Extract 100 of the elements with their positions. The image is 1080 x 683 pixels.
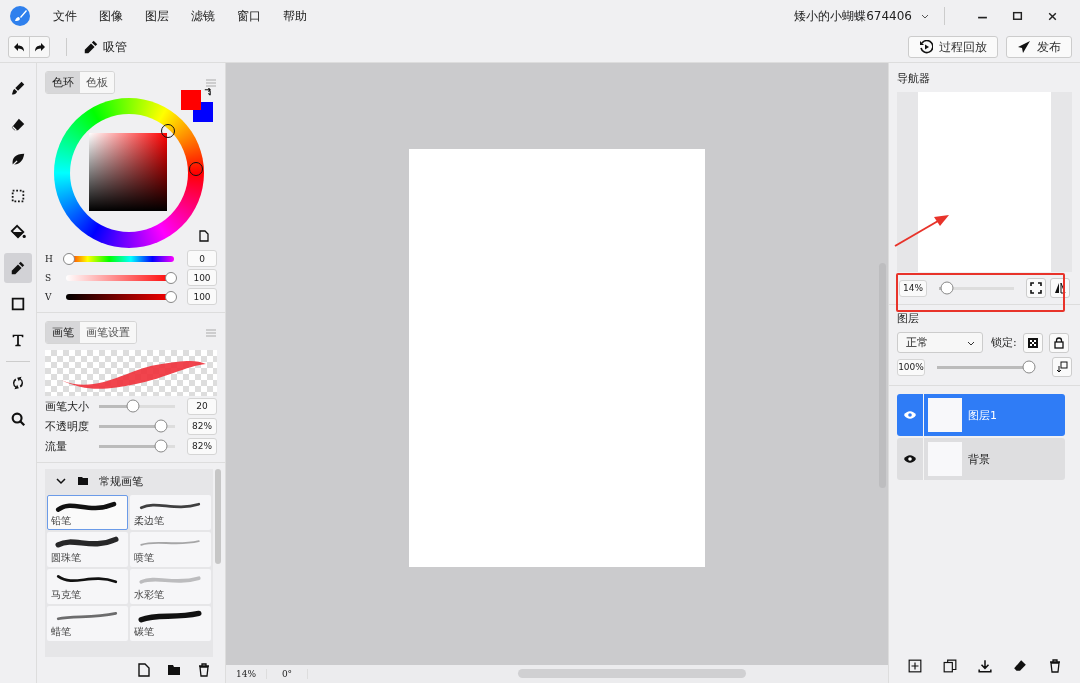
layer-thumbnail	[928, 398, 962, 432]
swap-icon[interactable]	[203, 88, 212, 97]
zoom-level: 14%	[226, 669, 267, 679]
flip-icon	[1054, 282, 1066, 294]
scrollbar-thumb[interactable]	[215, 469, 221, 564]
clip-icon	[1056, 361, 1068, 373]
paint-bucket-icon	[10, 224, 26, 240]
slider-thumb[interactable]	[154, 439, 168, 453]
menu-item[interactable]: 文件	[53, 7, 77, 25]
trash-icon[interactable]	[1047, 659, 1062, 673]
rotation-angle: 0°	[267, 669, 308, 679]
brush-item[interactable]: 圆珠笔	[47, 532, 128, 567]
brush-item[interactable]: 蜡笔	[47, 606, 128, 641]
slider-thumb[interactable]	[165, 290, 177, 303]
value-field[interactable]: 100	[187, 269, 217, 286]
text-tool-icon	[10, 332, 26, 348]
slider-label: V	[45, 291, 53, 302]
folder-icon[interactable]	[167, 663, 181, 677]
slider-label: H	[45, 253, 53, 264]
zoom-field[interactable]: 14%	[899, 279, 927, 297]
trash-icon[interactable]	[197, 663, 211, 677]
layer-item[interactable]: 图层1	[897, 394, 1065, 436]
zoom-slider[interactable]	[939, 282, 1014, 294]
menu-item[interactable]: 图层	[145, 7, 169, 25]
tool-button[interactable]	[4, 253, 32, 283]
blend-mode-dropdown[interactable]: 正常	[897, 332, 983, 353]
document-icon[interactable]	[199, 230, 209, 242]
eyedropper-icon	[10, 260, 26, 276]
slider-label: S	[45, 272, 53, 283]
slider-thumb[interactable]	[126, 399, 140, 413]
group-name: 常规画笔	[99, 473, 143, 489]
redo-icon	[33, 41, 46, 53]
menu-item[interactable]: 滤镜	[191, 7, 215, 25]
rotate-icon	[10, 375, 26, 391]
flip-button[interactable]	[1050, 278, 1070, 298]
brush-item[interactable]: 马克笔	[47, 569, 128, 604]
menu-item[interactable]: 帮助	[283, 7, 307, 25]
slider-thumb[interactable]	[940, 281, 953, 295]
layer-item[interactable]: 背景	[897, 438, 1065, 480]
slider-thumb[interactable]	[1022, 360, 1036, 374]
eye-icon[interactable]	[903, 452, 917, 466]
panel-title: 图层	[897, 311, 920, 326]
slider-track[interactable]	[99, 440, 175, 452]
value-field[interactable]: 0	[187, 250, 217, 267]
panel-tab[interactable]: 画笔	[46, 322, 80, 343]
slider-label: 画笔大小	[45, 398, 87, 414]
checker-icon	[1026, 336, 1039, 349]
selection-icon	[10, 188, 26, 204]
copy-icon[interactable]	[942, 659, 957, 673]
rectangle-icon	[10, 296, 26, 312]
slider-label: 不透明度	[45, 418, 87, 434]
brush-item[interactable]: 柔边笔	[130, 495, 211, 530]
value-field[interactable]: 82%	[187, 437, 217, 455]
slider-thumb[interactable]	[165, 271, 177, 284]
scrollbar-thumb[interactable]	[518, 669, 746, 678]
undo-icon	[13, 41, 25, 53]
menu-item[interactable]: 图像	[99, 7, 123, 25]
current-tool-label: 吸管	[103, 38, 127, 56]
brush-item[interactable]: 铅笔	[47, 495, 128, 530]
app-logo	[10, 6, 30, 26]
opacity-field[interactable]: 100%	[897, 358, 925, 376]
user-name[interactable]: 矮小的小蝴蝶674406	[794, 7, 912, 25]
lock-button[interactable]	[1048, 332, 1069, 353]
lock-transparency-button[interactable]	[1022, 332, 1043, 353]
panel-tab[interactable]: 色板	[80, 72, 114, 93]
maximize-icon[interactable]	[1012, 10, 1023, 22]
replay-icon	[919, 40, 933, 54]
folder-icon	[77, 475, 89, 487]
replay-button[interactable]: 过程回放	[908, 36, 998, 58]
panel-tab[interactable]: 画笔设置	[80, 322, 136, 343]
brush-item[interactable]: 喷笔	[130, 532, 211, 567]
brush-group-header[interactable]: 常规画笔	[45, 469, 213, 493]
value-field[interactable]: 100	[187, 288, 217, 305]
brush-item[interactable]: 水彩笔	[130, 569, 211, 604]
value-field[interactable]: 82%	[187, 417, 217, 435]
slider-thumb[interactable]	[154, 419, 168, 433]
fit-screen-button[interactable]	[1026, 278, 1046, 298]
brush-item[interactable]: 碳笔	[130, 606, 211, 641]
add-icon[interactable]	[907, 659, 922, 673]
slider-track[interactable]	[99, 420, 175, 432]
panel-tab[interactable]: 色环	[46, 72, 80, 93]
clip-mask-button[interactable]	[1052, 357, 1072, 377]
eraser-icon	[10, 116, 26, 132]
close-icon[interactable]	[1047, 10, 1058, 22]
value-field[interactable]: 20	[187, 397, 217, 415]
slider-thumb[interactable]	[63, 252, 75, 265]
fullscreen-icon	[1030, 282, 1042, 294]
brush-icon	[10, 80, 26, 96]
eraser-icon[interactable]	[1012, 659, 1027, 673]
slider-track[interactable]	[99, 400, 175, 412]
new-file-icon[interactable]	[137, 663, 151, 677]
publish-button[interactable]: 发布	[1006, 36, 1072, 58]
eyedropper-icon	[83, 39, 99, 55]
lock-label: 锁定:	[991, 335, 1017, 350]
merge-down-icon[interactable]	[977, 659, 992, 673]
search-icon	[10, 411, 26, 427]
primary-color-swatch[interactable]	[181, 90, 201, 110]
saturation-value-square[interactable]	[89, 133, 167, 211]
layer-thumbnail	[928, 442, 962, 476]
menu-item[interactable]: 窗口	[237, 7, 261, 25]
